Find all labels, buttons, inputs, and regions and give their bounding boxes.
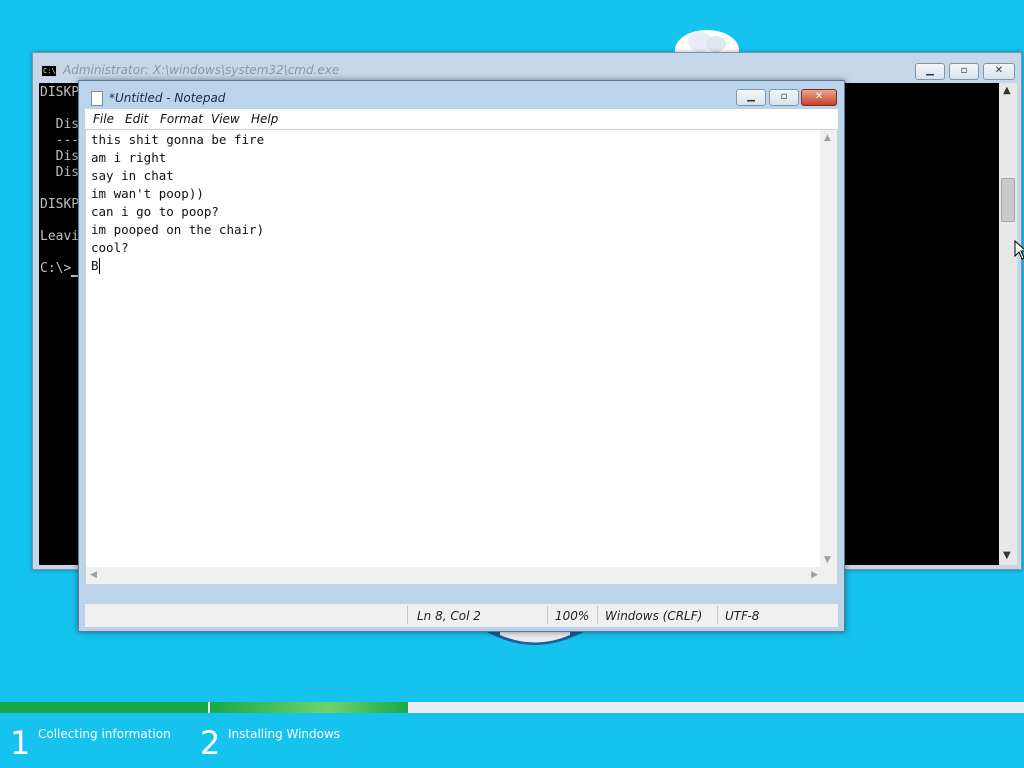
status-divider	[717, 606, 718, 624]
cmd-line: DISKP	[40, 197, 80, 212]
scroll-up-arrow-icon[interactable]: ▲	[1003, 85, 1011, 96]
cmd-line: DISKP	[40, 85, 80, 100]
status-position: Ln 8, Col 2	[417, 609, 481, 623]
cmd-prompt: C:\>	[40, 261, 72, 276]
scroll-left-arrow-icon[interactable]: ◀	[90, 570, 97, 580]
menu-help[interactable]: Help	[251, 112, 278, 126]
notepad-window[interactable]: *Untitled - Notepad ▁ ▫ ✕ File Edit Form…	[78, 80, 845, 632]
setup-progress-bar	[0, 702, 1024, 713]
text-editor[interactable]: this shit gonna be fire am i right say i…	[85, 129, 838, 585]
step-1-number: 1	[10, 724, 31, 762]
notepad-window-title: *Untitled - Notepad	[109, 91, 226, 105]
text-line: am i right	[91, 150, 167, 165]
progress-step-2-fill	[210, 702, 408, 713]
cmd-line: Dis	[40, 165, 80, 180]
scroll-right-arrow-icon[interactable]: ▶	[811, 570, 818, 580]
progress-step-1-fill	[0, 702, 208, 713]
cmd-maximize-button[interactable]: ▫	[949, 63, 979, 80]
scroll-down-arrow-icon[interactable]: ▼	[824, 555, 831, 565]
text-line: can i go to poop?	[91, 204, 219, 219]
text-line: im wan't poop))	[91, 186, 204, 201]
text-line: im pooped on the chair)	[91, 222, 265, 237]
text-line: say in chat	[91, 168, 174, 183]
step-1-label: Collecting information	[38, 727, 171, 741]
editor-vertical-scrollbar[interactable]: ▲ ▼	[820, 130, 837, 568]
status-line-ending: Windows (CRLF)	[605, 609, 703, 623]
cmd-line: ---	[40, 133, 80, 148]
text-line: this shit gonna be fire	[91, 132, 265, 147]
status-divider	[407, 606, 408, 624]
editor-horizontal-scrollbar[interactable]: ◀ ▶	[86, 567, 822, 584]
notepad-minimize-button[interactable]: ▁	[736, 89, 766, 106]
cmd-line: Leavi	[40, 229, 80, 244]
status-divider	[597, 606, 598, 624]
cmd-scroll-thumb[interactable]	[1001, 178, 1015, 222]
cmd-line: Dis	[40, 117, 80, 132]
notepad-maximize-button[interactable]: ▫	[769, 89, 799, 106]
mouse-pointer-icon	[1014, 240, 1024, 260]
status-bar: Ln 8, Col 2 100% Windows (CRLF) UTF-8	[85, 603, 838, 627]
step-2-number: 2	[200, 724, 221, 762]
text-caret	[99, 258, 100, 274]
setup-screen: { "cmd": { "title": "Administrator: X:\\…	[0, 0, 1024, 768]
scroll-up-arrow-icon[interactable]: ▲	[824, 133, 831, 143]
cmd-line: Dis	[40, 149, 80, 164]
cmd-minimize-button[interactable]: ▁	[915, 63, 945, 80]
status-zoom: 100%	[555, 609, 590, 623]
cmd-scrollbar[interactable]: ▲ ▼	[999, 83, 1017, 565]
text-line: cool?	[91, 240, 129, 255]
menu-bar: File Edit Format View Help	[85, 109, 838, 129]
status-divider	[547, 606, 548, 624]
step-2-label: Installing Windows	[228, 727, 341, 741]
menu-file[interactable]: File	[93, 112, 114, 126]
cmd-close-button[interactable]: ✕	[983, 63, 1015, 80]
console-icon: C:\	[41, 65, 57, 77]
status-encoding: UTF-8	[725, 609, 760, 623]
text-line: B	[91, 258, 99, 273]
scroll-down-arrow-icon[interactable]: ▼	[1003, 550, 1011, 561]
menu-edit[interactable]: Edit	[125, 112, 148, 126]
menu-view[interactable]: View	[211, 112, 240, 126]
cmd-window-title: Administrator: X:\windows\system32\cmd.e…	[63, 63, 340, 77]
notepad-icon	[91, 91, 103, 106]
scroll-corner	[820, 567, 837, 584]
menu-format[interactable]: Format	[160, 112, 203, 126]
notepad-close-button[interactable]: ✕	[801, 89, 837, 106]
